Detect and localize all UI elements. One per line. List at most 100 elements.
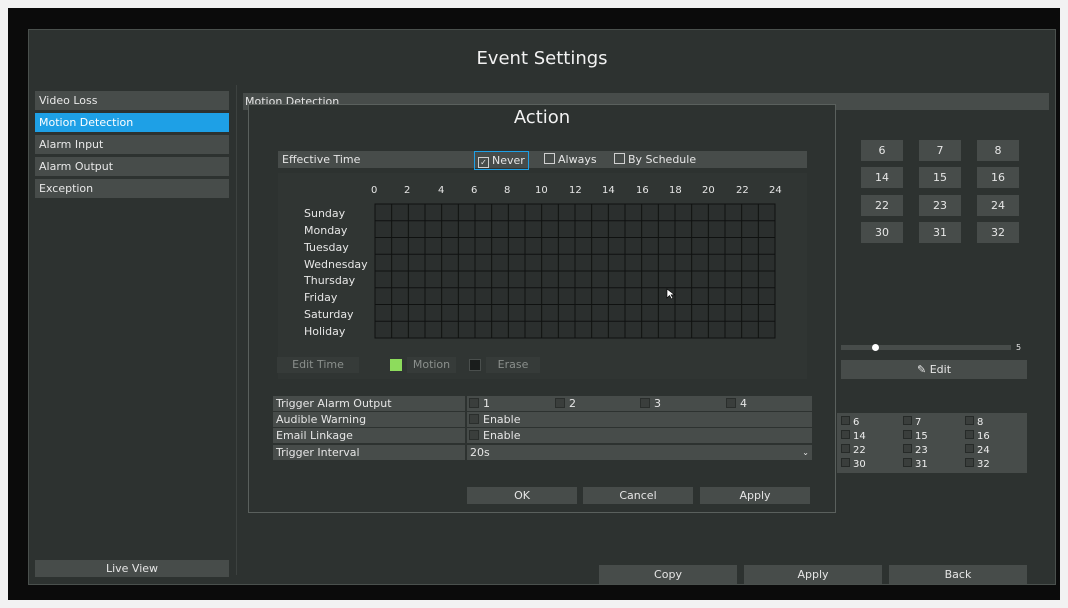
trigger-alarm-output-label: Trigger Alarm Output	[273, 396, 465, 411]
channel-button-6[interactable]: 6	[861, 140, 903, 161]
channel-checkbox-16[interactable]: 16	[965, 430, 990, 443]
action-dialog: Action Effective Time ✓ Never Always By S…	[248, 104, 836, 513]
channel-checkbox-grid: 6 7 8 14 15 16 22 23 24 30 31 32	[837, 413, 1027, 473]
channel-checkbox-31[interactable]: 31	[903, 458, 928, 471]
effective-time-by-schedule-option[interactable]: By Schedule	[614, 151, 696, 168]
channel-button-8[interactable]: 8	[977, 140, 1019, 161]
sidebar-item-video-loss[interactable]: Video Loss	[35, 91, 229, 110]
effective-time-label: Effective Time	[282, 153, 361, 166]
chevron-down-icon: ⌄	[802, 448, 809, 457]
channel-button-31[interactable]: 31	[919, 222, 961, 243]
audible-warning-checkbox[interactable]: Enable	[467, 412, 812, 427]
channel-button-22[interactable]: 22	[861, 195, 903, 216]
hour-label-20: 20	[702, 185, 715, 196]
sidebar-item-alarm-output[interactable]: Alarm Output	[35, 157, 229, 176]
channel-button-16[interactable]: 16	[977, 167, 1019, 188]
hour-label-22: 22	[736, 185, 749, 196]
effective-time-always-option[interactable]: Always	[544, 151, 597, 168]
day-label-sunday: Sunday	[304, 207, 346, 220]
copy-button[interactable]: Copy	[599, 565, 737, 584]
channel-checkbox-14[interactable]: 14	[841, 430, 866, 443]
dialog-apply-button[interactable]: Apply	[700, 487, 810, 504]
erase-color-swatch[interactable]	[469, 359, 481, 371]
page-title: Event Settings	[476, 48, 608, 69]
channel-checkbox-32[interactable]: 32	[965, 458, 990, 471]
trigger-interval-select[interactable]: 20s ⌄	[467, 445, 812, 460]
channel-button-32[interactable]: 32	[977, 222, 1019, 243]
alarm-output-checkbox-1[interactable]: 1	[469, 396, 490, 411]
day-label-wednesday: Wednesday	[304, 258, 368, 271]
trigger-alarm-output-options: 1 2 3 4	[467, 396, 812, 411]
trigger-interval-value: 20s	[470, 446, 490, 459]
hour-label-14: 14	[602, 185, 615, 196]
edit-time-button[interactable]: Edit Time	[277, 357, 359, 373]
audible-warning-row: Audible Warning Enable	[273, 412, 812, 427]
email-linkage-row: Email Linkage Enable	[273, 428, 812, 443]
hour-label-8: 8	[504, 185, 511, 196]
day-label-holiday: Holiday	[304, 325, 346, 338]
schedule-panel: 0 2 4 6 8 10 12 14 16 18 20 22 24 Sunday…	[277, 173, 807, 379]
channel-checkbox-6[interactable]: 6	[841, 416, 859, 429]
trigger-alarm-output-row: Trigger Alarm Output 1 2 3 4	[273, 396, 812, 411]
check-icon: ✓	[478, 157, 489, 168]
sensitivity-slider-track[interactable]	[841, 345, 1011, 350]
sensitivity-value: 5	[1016, 343, 1022, 352]
hour-label-10: 10	[535, 185, 548, 196]
channel-checkbox-22[interactable]: 22	[841, 444, 866, 457]
erase-tool-button[interactable]: Erase	[486, 357, 540, 373]
channel-checkbox-24[interactable]: 24	[965, 444, 990, 457]
hour-label-2: 2	[404, 185, 411, 196]
email-linkage-label: Email Linkage	[273, 428, 465, 443]
day-label-friday: Friday	[304, 291, 338, 304]
sidebar-divider	[236, 85, 237, 575]
motion-color-swatch[interactable]	[390, 359, 402, 371]
day-label-saturday: Saturday	[304, 308, 354, 321]
sidebar-item-alarm-input[interactable]: Alarm Input	[35, 135, 229, 154]
channel-button-23[interactable]: 23	[919, 195, 961, 216]
audible-warning-label: Audible Warning	[273, 412, 465, 427]
trigger-interval-label: Trigger Interval	[273, 445, 465, 460]
dialog-title: Action	[513, 107, 571, 128]
mouse-cursor-icon	[666, 288, 676, 300]
channel-checkbox-30[interactable]: 30	[841, 458, 866, 471]
alarm-output-checkbox-4[interactable]: 4	[726, 396, 747, 411]
hour-label-12: 12	[569, 185, 582, 196]
effective-time-row: Effective Time ✓ Never Always By Schedule	[278, 151, 807, 170]
sensitivity-slider-handle[interactable]	[872, 344, 879, 351]
edit-area-button[interactable]: ✎ Edit	[841, 360, 1027, 379]
day-label-tuesday: Tuesday	[304, 241, 349, 254]
channel-checkbox-7[interactable]: 7	[903, 416, 921, 429]
day-label-thursday: Thursday	[304, 274, 356, 287]
email-linkage-checkbox[interactable]: Enable	[467, 428, 812, 443]
ok-button[interactable]: OK	[467, 487, 577, 504]
channel-checkbox-15[interactable]: 15	[903, 430, 928, 443]
alarm-output-checkbox-3[interactable]: 3	[640, 396, 661, 411]
apply-button[interactable]: Apply	[744, 565, 882, 584]
live-view-button[interactable]: Live View	[35, 560, 229, 577]
channel-button-24[interactable]: 24	[977, 195, 1019, 216]
effective-time-never-option[interactable]: ✓ Never	[474, 151, 529, 170]
channel-button-7[interactable]: 7	[919, 140, 961, 161]
alarm-output-checkbox-2[interactable]: 2	[555, 396, 576, 411]
hour-label-6: 6	[471, 185, 478, 196]
hour-label-16: 16	[636, 185, 649, 196]
hour-label-24: 24	[769, 185, 782, 196]
schedule-grid[interactable]	[374, 203, 776, 339]
hour-label-0: 0	[371, 185, 378, 196]
channel-checkbox-23[interactable]: 23	[903, 444, 928, 457]
day-label-monday: Monday	[304, 224, 348, 237]
sidebar-item-motion-detection[interactable]: Motion Detection	[35, 113, 229, 132]
channel-checkbox-8[interactable]: 8	[965, 416, 983, 429]
edit-icon: ✎	[916, 363, 927, 376]
hour-label-18: 18	[669, 185, 682, 196]
motion-tool-button[interactable]: Motion	[407, 357, 456, 373]
channel-button-30[interactable]: 30	[861, 222, 903, 243]
edit-area-label: Edit	[929, 363, 952, 376]
sidebar-item-exception[interactable]: Exception	[35, 179, 229, 198]
channel-button-14[interactable]: 14	[861, 167, 903, 188]
cancel-button[interactable]: Cancel	[583, 487, 693, 504]
hour-label-4: 4	[438, 185, 445, 196]
trigger-interval-row: Trigger Interval 20s ⌄	[273, 445, 812, 460]
channel-button-15[interactable]: 15	[919, 167, 961, 188]
back-button[interactable]: Back	[889, 565, 1027, 584]
